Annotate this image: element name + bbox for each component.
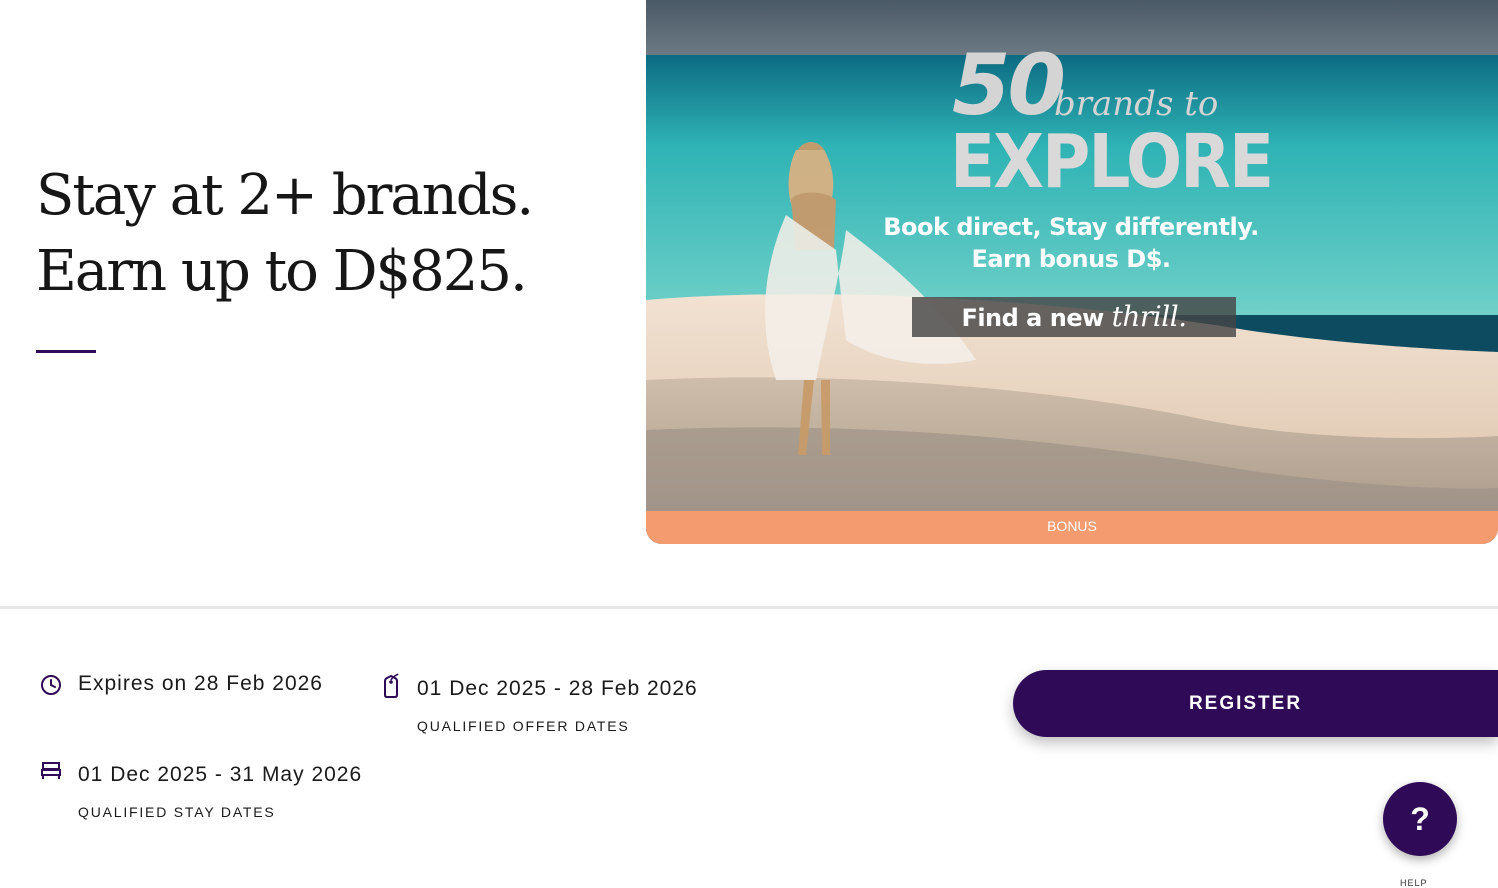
offer-headline: Stay at 2+ brands. Earn up to D$825. bbox=[36, 163, 534, 304]
promo-tagline-2: Earn bonus D$. bbox=[971, 245, 1171, 273]
help-question-icon: ? bbox=[1410, 800, 1430, 837]
stay-dates-caption: QUALIFIED STAY DATES bbox=[78, 804, 276, 820]
promo-cta-prefix: Find a new bbox=[961, 304, 1104, 332]
promo-explore-text: EXPLORE bbox=[950, 118, 1274, 205]
bed-icon bbox=[41, 762, 61, 779]
headline-accent-rule bbox=[36, 350, 96, 353]
promo-number: 50 bbox=[952, 36, 1066, 134]
clock-icon bbox=[41, 675, 61, 695]
offer-dates-value: 01 Dec 2025 - 28 Feb 2026 bbox=[417, 677, 698, 700]
help-label: HELP bbox=[1400, 878, 1428, 888]
promo-cta-script: thrill. bbox=[1111, 300, 1187, 333]
bonus-badge: BONUS bbox=[646, 511, 1498, 544]
register-button[interactable]: REGISTER bbox=[1013, 670, 1498, 737]
promo-cta-banner: Find a new thrill. bbox=[912, 297, 1236, 337]
stay-dates-value: 01 Dec 2025 - 31 May 2026 bbox=[78, 763, 363, 786]
help-button[interactable]: ? bbox=[1383, 782, 1457, 856]
register-button-label: REGISTER bbox=[1188, 692, 1303, 714]
promo-overlay: 50 brands to EXPLORE Book direct, Stay d… bbox=[646, 0, 1498, 511]
offer-hero-image: 50 brands to EXPLORE Book direct, Stay d… bbox=[646, 0, 1498, 544]
promo-tagline-1: Book direct, Stay differently. bbox=[883, 213, 1259, 241]
offer-dates-caption: QUALIFIED OFFER DATES bbox=[417, 718, 630, 734]
tag-icon bbox=[384, 673, 399, 698]
section-divider bbox=[0, 606, 1498, 609]
expiry-date: Expires on 28 Feb 2026 bbox=[78, 672, 323, 695]
